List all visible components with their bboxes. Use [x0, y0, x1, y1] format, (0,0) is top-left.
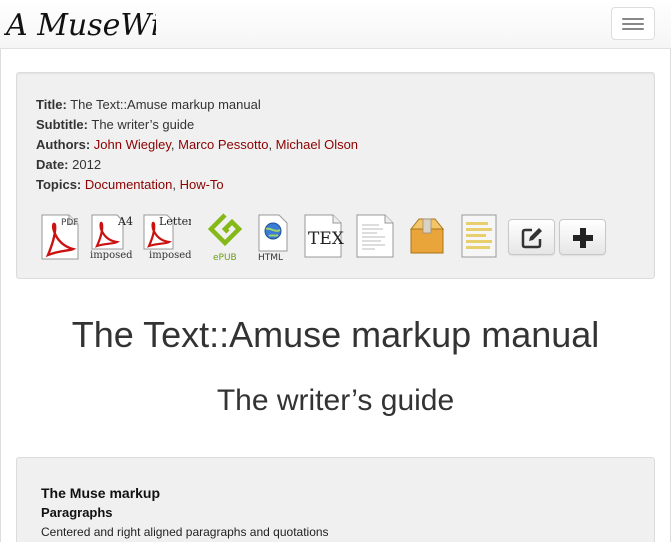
svg-text:imposed: imposed [90, 250, 133, 261]
meta-date-label: Date: [36, 157, 69, 172]
author-link[interactable]: John Wiegley [94, 137, 171, 152]
edit-pencil-icon [521, 228, 542, 249]
meta-subtitle-row: Subtitle: The writer’s guide [36, 115, 358, 135]
amusewiki-logo[interactable]: A MuseWiki [3, 2, 188, 46]
hamburger-bar [622, 18, 644, 20]
download-source-text-link[interactable] [355, 213, 397, 261]
topic-link[interactable]: How-To [180, 177, 224, 192]
pdf-file-icon: PDF [41, 214, 79, 260]
download-zip-link[interactable] [407, 213, 447, 261]
package-box-icon [409, 218, 445, 254]
download-epub-link[interactable]: ePUB [208, 213, 246, 261]
add-to-bookbuilder-button[interactable] [559, 219, 606, 255]
svg-text:imposed: imposed [149, 250, 191, 261]
meta-date-row: Date: 2012 [36, 155, 358, 175]
meta-subtitle-label: Subtitle: [36, 117, 88, 132]
svg-text:A MuseWiki: A MuseWiki [4, 8, 156, 43]
download-pdf-link[interactable]: PDF [39, 213, 81, 261]
download-standalone-link[interactable] [459, 213, 499, 261]
svg-text:PDF: PDF [61, 218, 79, 228]
separator: , [172, 177, 180, 192]
epub-icon: ePUB [208, 213, 243, 261]
hamburger-bar [622, 28, 644, 30]
download-a4-imposed-link[interactable]: A4 imposed [89, 213, 137, 261]
toc-section-link[interactable]: The Muse markup [41, 485, 160, 501]
separator: , [268, 137, 276, 152]
table-of-contents: The Muse markup Paragraphs Centered and … [16, 457, 655, 542]
meta-subtitle-value: The writer’s guide [91, 117, 195, 132]
pdf-letter-imposed-icon: Letter imposed [143, 214, 191, 261]
download-tex-link[interactable]: TEX [303, 213, 345, 261]
navbar-toggle-button[interactable] [611, 7, 655, 40]
topic-link[interactable]: Documentation [85, 177, 172, 192]
svg-text:Letter: Letter [159, 215, 191, 228]
edit-text-button[interactable] [508, 219, 555, 255]
meta-authors-label: Authors: [36, 137, 91, 152]
metadata-list: Title: The Text::Amuse markup manual Sub… [36, 95, 358, 195]
pdf-a4-imposed-icon: A4 imposed [90, 214, 133, 261]
page-title: The Text::Amuse markup manual [71, 314, 600, 355]
plus-icon [573, 228, 593, 248]
meta-topics-label: Topics: [36, 177, 82, 192]
svg-text:A4: A4 [117, 215, 133, 228]
svg-text:HTML: HTML [258, 253, 283, 261]
document-pages-icon [461, 214, 497, 258]
meta-date-value: 2012 [72, 157, 102, 172]
text-metadata-panel: Title: The Text::Amuse markup manual Sub… [16, 72, 655, 279]
meta-topics-row: Topics: Documentation, How-To [36, 175, 358, 195]
top-navbar: A MuseWiki [0, 0, 671, 49]
text-file-icon [356, 214, 394, 258]
meta-authors-row: Authors: John Wiegley, Marco Pessotto, M… [36, 135, 358, 155]
html-file-icon: HTML [258, 214, 288, 261]
download-letter-imposed-link[interactable]: Letter imposed [141, 213, 191, 261]
toc-subsection-link[interactable]: Paragraphs [41, 505, 113, 520]
download-html-link[interactable]: HTML [257, 213, 291, 261]
meta-title-label: Title: [36, 97, 67, 112]
author-link[interactable]: Michael Olson [276, 137, 358, 152]
toc-item-link[interactable]: Centered and right aligned paragraphs an… [41, 525, 329, 539]
hamburger-bar [622, 23, 644, 25]
logo-wordmark-icon: A MuseWiki [3, 8, 188, 43]
svg-text:TEX: TEX [308, 229, 345, 249]
svg-text:ePUB: ePUB [213, 253, 237, 261]
meta-title-value: The Text::Amuse markup manual [70, 97, 261, 112]
page-subtitle: The writer’s guide [216, 384, 455, 417]
author-link[interactable]: Marco Pessotto [178, 137, 268, 152]
meta-title-row: Title: The Text::Amuse markup manual [36, 95, 358, 115]
tex-file-icon: TEX [304, 214, 345, 258]
